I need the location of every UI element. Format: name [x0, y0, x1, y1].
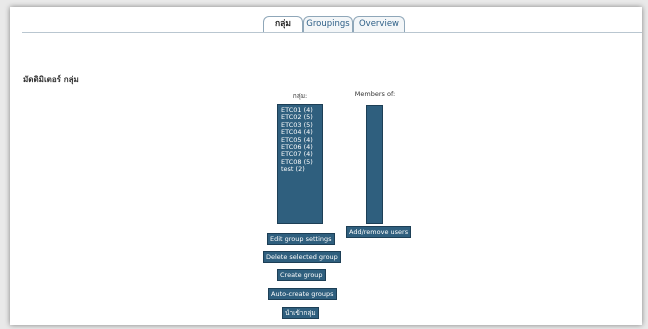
delete-selected-group-button[interactable]: Delete selected group [263, 251, 341, 263]
auto-create-groups-button[interactable]: Auto-create groups [268, 288, 337, 300]
tab-overview[interactable]: Overview [353, 16, 405, 32]
create-group-button[interactable]: Create group [277, 269, 326, 281]
tab-bar: กลุ่ม Groupings Overview [10, 16, 642, 33]
list-item[interactable]: test (2) [278, 165, 322, 173]
page-panel: กลุ่ม Groupings Overview มัดดิมิเตอร์ กล… [10, 7, 642, 325]
edit-group-settings-button[interactable]: Edit group settings [267, 233, 335, 245]
members-listbox[interactable] [366, 105, 383, 224]
groups-label: กลุ่ม: [292, 92, 308, 100]
add-remove-users-button[interactable]: Add/remove users [346, 226, 412, 238]
import-groups-button[interactable]: นำเข้ากลุ่ม [282, 307, 319, 319]
tab-groupings[interactable]: Groupings [303, 16, 353, 32]
groups-listbox[interactable]: ETC01 (4) ETC02 (5) ETC03 (5) ETC04 (4) … [277, 104, 323, 224]
tab-divider [22, 32, 642, 33]
members-label: Members of: [354, 90, 396, 98]
page-title: มัดดิมิเตอร์ กลุ่ม [23, 75, 79, 84]
tab-groups[interactable]: กลุ่ม [263, 16, 303, 33]
